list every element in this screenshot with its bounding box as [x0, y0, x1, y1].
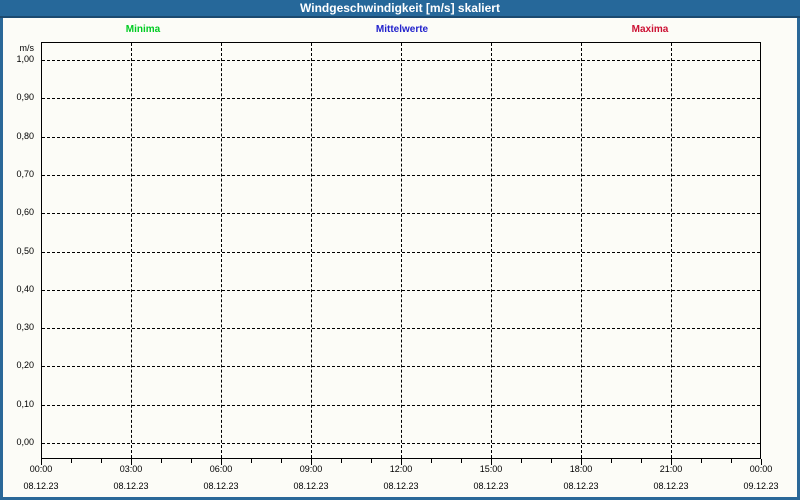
- x-tick-date-label: 08.12.23: [293, 481, 328, 492]
- x-minor-tick: [461, 459, 462, 463]
- y-tick-label: 0,80: [0, 131, 34, 142]
- x-minor-tick: [731, 459, 732, 463]
- x-minor-tick: [431, 459, 432, 463]
- x-tick-time-label: 00:00: [30, 464, 53, 475]
- x-minor-tick: [701, 459, 702, 463]
- x-major-tick: [311, 459, 312, 465]
- y-tick-label: 1,00: [0, 54, 34, 65]
- x-tick-date-label: 08.12.23: [563, 481, 598, 492]
- chart-title-bar: Windgeschwindigkeit [m/s] skaliert: [0, 0, 800, 18]
- x-grid-line: [401, 43, 402, 458]
- x-major-tick: [761, 459, 762, 465]
- x-minor-tick: [71, 459, 72, 463]
- x-minor-tick: [641, 459, 642, 463]
- x-minor-tick: [281, 459, 282, 463]
- legend-label-maxima: Maxima: [632, 24, 669, 36]
- x-tick-time-label: 06:00: [210, 464, 233, 475]
- x-tick-date-label: 08.12.23: [203, 481, 238, 492]
- x-minor-tick: [251, 459, 252, 463]
- x-tick-time-label: 09:00: [300, 464, 323, 475]
- x-tick-date-label: 08.12.23: [473, 481, 508, 492]
- y-tick-label: 0,70: [0, 169, 34, 180]
- x-tick-time-label: 15:00: [480, 464, 503, 475]
- x-tick-date-label: 08.12.23: [23, 481, 58, 492]
- y-axis-unit: m/s: [0, 43, 34, 54]
- x-minor-tick: [371, 459, 372, 463]
- x-grid-line: [581, 43, 582, 458]
- x-tick-time-label: 12:00: [390, 464, 413, 475]
- x-tick-time-label: 03:00: [120, 464, 143, 475]
- x-grid-line: [491, 43, 492, 458]
- x-minor-tick: [521, 459, 522, 463]
- x-minor-tick: [341, 459, 342, 463]
- x-grid-line: [671, 43, 672, 458]
- y-tick-label: 0,50: [0, 246, 34, 257]
- x-minor-tick: [161, 459, 162, 463]
- x-major-tick: [401, 459, 402, 465]
- x-major-tick: [221, 459, 222, 465]
- x-major-tick: [491, 459, 492, 465]
- x-minor-tick: [191, 459, 192, 463]
- x-tick-time-label: 21:00: [660, 464, 683, 475]
- x-tick-time-label: 18:00: [570, 464, 593, 475]
- y-tick-label: 0,40: [0, 284, 34, 295]
- legend-label-minima: Minima: [126, 24, 160, 36]
- chart-title: Windgeschwindigkeit [m/s] skaliert: [300, 1, 500, 15]
- x-grid-line: [311, 43, 312, 458]
- legend-label-mittelwerte: Mittelwerte: [376, 24, 428, 36]
- x-grid-line: [131, 43, 132, 458]
- y-tick-label: 0,10: [0, 399, 34, 410]
- x-tick-time-label: 00:00: [750, 464, 773, 475]
- x-major-tick: [41, 459, 42, 465]
- y-tick-label: 0,30: [0, 322, 34, 333]
- x-tick-date-label: 09.12.23: [743, 481, 778, 492]
- x-minor-tick: [101, 459, 102, 463]
- x-major-tick: [581, 459, 582, 465]
- x-tick-date-label: 08.12.23: [113, 481, 148, 492]
- x-grid-line: [221, 43, 222, 458]
- x-minor-tick: [551, 459, 552, 463]
- y-tick-label: 0,20: [0, 360, 34, 371]
- x-minor-tick: [611, 459, 612, 463]
- y-tick-label: 0,60: [0, 207, 34, 218]
- x-major-tick: [671, 459, 672, 465]
- y-tick-label: 0,00: [0, 437, 34, 448]
- x-tick-date-label: 08.12.23: [383, 481, 418, 492]
- plot-area: [41, 42, 761, 459]
- x-major-tick: [131, 459, 132, 465]
- x-tick-date-label: 08.12.23: [653, 481, 688, 492]
- y-tick-label: 0,90: [0, 92, 34, 103]
- chart-window: Windgeschwindigkeit [m/s] skaliert Minim…: [0, 0, 800, 500]
